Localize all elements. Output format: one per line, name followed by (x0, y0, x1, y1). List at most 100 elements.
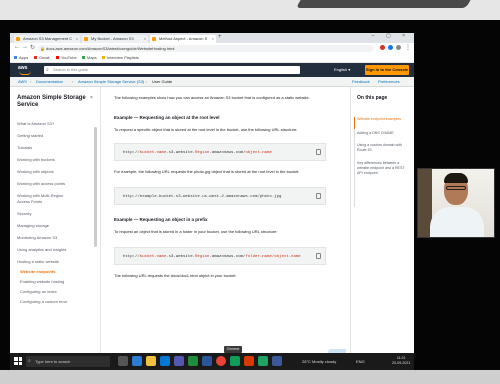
copy-icon[interactable] (316, 149, 321, 155)
close-icon[interactable]: × (144, 35, 146, 43)
menu-kebab-icon[interactable]: ⋮ (405, 44, 411, 51)
tab-my-bucket[interactable]: My Bucket - Amazon S3 × (82, 35, 148, 43)
toc-item-route53[interactable]: Using a custom domain with Route 53 (357, 143, 411, 153)
new-tab-icon[interactable]: + (218, 34, 222, 40)
code-block-2: http://example-bucket.s3-website.us-west… (114, 187, 326, 205)
sidebar-item-tutorials[interactable]: Tutorials (17, 145, 93, 150)
search-icon: ⌕ (28, 358, 31, 364)
bookmark-gmail[interactable]: Gmail (34, 54, 49, 62)
word-icon[interactable] (202, 356, 212, 366)
sidebar-item-analytics[interactable]: Using analytics and insights (17, 247, 93, 252)
search-icon: ⌕ (46, 67, 49, 73)
toc-item-website-endpoint-examples[interactable]: Website endpoint examples (357, 117, 411, 122)
app-icon[interactable] (230, 356, 240, 366)
aws-logo[interactable]: aws (18, 65, 34, 75)
copy-icon[interactable] (316, 193, 321, 199)
extension-icon[interactable] (388, 45, 393, 50)
folder-icon (102, 56, 105, 60)
file-explorer-icon[interactable] (146, 356, 156, 366)
close-icon[interactable]: × (90, 95, 93, 101)
sidebar-item-getting-started[interactable]: Getting started (17, 133, 93, 138)
reload-icon[interactable]: ↻ (30, 44, 35, 51)
photo-background-bottom (0, 370, 500, 384)
bookmark-interview-playlists[interactable]: Interview Playlists (102, 54, 139, 62)
whatsapp-icon[interactable] (258, 356, 268, 366)
taskbar: ⌕ Type here to search 28°C Mostly cloudy… (10, 353, 414, 370)
feedback-link[interactable]: Feedback (352, 77, 370, 86)
sidebar-item-security[interactable]: Security (17, 211, 93, 216)
sidebar-item-access-points[interactable]: Working with access points (17, 181, 93, 186)
chrome-icon[interactable] (216, 356, 226, 366)
sidebar-item-website-endpoints[interactable]: Website endpoints (20, 269, 96, 274)
toc-active-indicator (354, 117, 355, 129)
example2-heading: Example — Requesting an object in a pref… (114, 217, 208, 222)
webcam-video-feed (417, 168, 495, 238)
close-icon[interactable]: × (212, 35, 214, 43)
excel-icon[interactable] (188, 356, 198, 366)
sidebar-item-buckets[interactable]: Working with buckets (17, 157, 93, 162)
tab-label: My Bucket - Amazon S3 (91, 36, 134, 41)
aws-smile-icon (19, 71, 31, 75)
sidebar-item-multi-region[interactable]: Working with Multi-Region (17, 193, 93, 198)
task-view-icon[interactable] (118, 356, 128, 366)
webcam-person-body (430, 207, 484, 237)
youtube-icon (56, 56, 59, 60)
extension-icon[interactable] (380, 45, 385, 50)
browser-window: Amazon S3 Management C × My Bucket - Ama… (10, 33, 414, 353)
main-content: The following examples show how you can … (102, 87, 346, 353)
docs-search-input[interactable]: ⌕ Search in this guide (44, 66, 300, 74)
taskbar-search-input[interactable]: ⌕ Type here to search (26, 356, 110, 367)
breadcrumb-item[interactable]: AWS (18, 77, 27, 86)
tab-s3-management[interactable]: Amazon S3 Management C × (14, 35, 80, 43)
tab-method-aspect[interactable]: Method Aspect - Amazon S × (150, 35, 216, 43)
breadcrumb-item[interactable]: Amazon Simple Storage Service (S3) (78, 77, 144, 86)
bookmark-maps[interactable]: Maps (82, 54, 97, 62)
background-graphic (295, 0, 475, 8)
glasses-icon (446, 186, 466, 190)
example2-note: The following URL requests the docs/doc1… (114, 273, 237, 278)
windows-start-icon[interactable] (14, 357, 22, 365)
weather-status[interactable]: 28°C Mostly cloudy (302, 356, 336, 367)
sidebar-item-error-document[interactable]: Configuring a custom error (20, 299, 96, 304)
sidebar-item-objects[interactable]: Working with objects (17, 169, 93, 174)
on-this-page-panel: On this page Website endpoint examples A… (350, 87, 414, 353)
close-icon[interactable]: × (76, 35, 78, 43)
app-icon[interactable] (272, 356, 282, 366)
sidebar-item-monitoring[interactable]: Monitoring Amazon S3 (17, 235, 93, 240)
back-icon[interactable]: ← (14, 44, 20, 50)
window-controls[interactable]: – ▢ × (372, 33, 410, 39)
bookmark-youtube[interactable]: YouTube (56, 54, 77, 62)
sidebar-item-what-is-s3[interactable]: What is Amazon S3? (17, 121, 93, 126)
powerpoint-icon[interactable] (244, 356, 254, 366)
teams-icon[interactable] (174, 356, 184, 366)
breadcrumb-separator: › (72, 79, 74, 84)
sidebar-item-enabling-hosting[interactable]: Enabling website hosting (20, 279, 96, 284)
tab-bar: Amazon S3 Management C × My Bucket - Ama… (10, 33, 414, 43)
sidebar-item-static-website[interactable]: Hosting a static website (17, 259, 93, 264)
mail-icon[interactable] (160, 356, 170, 366)
language-selector[interactable]: English ▾ (334, 66, 350, 74)
toc-item-dns-cname[interactable]: Adding a DNS CNAME (357, 131, 411, 136)
sidebar-item-multi-region-cont[interactable]: Access Points (17, 199, 93, 204)
preferences-link[interactable]: Preferences (378, 77, 400, 86)
sign-in-console-button[interactable]: Sign In to the Console (365, 65, 409, 75)
sidebar-item-storage[interactable]: Managing storage (17, 223, 93, 228)
example1-heading: Example — Requesting an object at the ro… (114, 115, 220, 120)
forward-icon[interactable]: → (22, 44, 28, 50)
system-clock[interactable]: 11:21 20-09-2021 (392, 356, 410, 366)
bookmark-apps[interactable]: Apps (14, 54, 28, 62)
copy-icon[interactable] (316, 253, 321, 259)
language-indicator[interactable]: ENG (356, 356, 365, 367)
edge-icon[interactable] (132, 356, 142, 366)
toc-item-key-differences[interactable]: Key differences between a website endpoi… (357, 161, 411, 176)
toc-indicator (354, 117, 355, 207)
url-input[interactable]: 🔒 docs.aws.amazon.com/AmazonS3/latest/us… (38, 45, 374, 52)
webcam-person-hair (444, 173, 468, 183)
profile-avatar-icon[interactable] (396, 45, 401, 50)
search-placeholder: Search in this guide (53, 67, 89, 72)
example1-text: To request a specific object that is sto… (114, 127, 298, 132)
sidenav-scrollbar[interactable] (94, 127, 97, 247)
sidenav-title[interactable]: Amazon Simple Storage Service (17, 95, 87, 109)
breadcrumb-item[interactable]: Documentation (36, 77, 63, 86)
sidebar-item-index-document[interactable]: Configuring an index (20, 289, 96, 294)
